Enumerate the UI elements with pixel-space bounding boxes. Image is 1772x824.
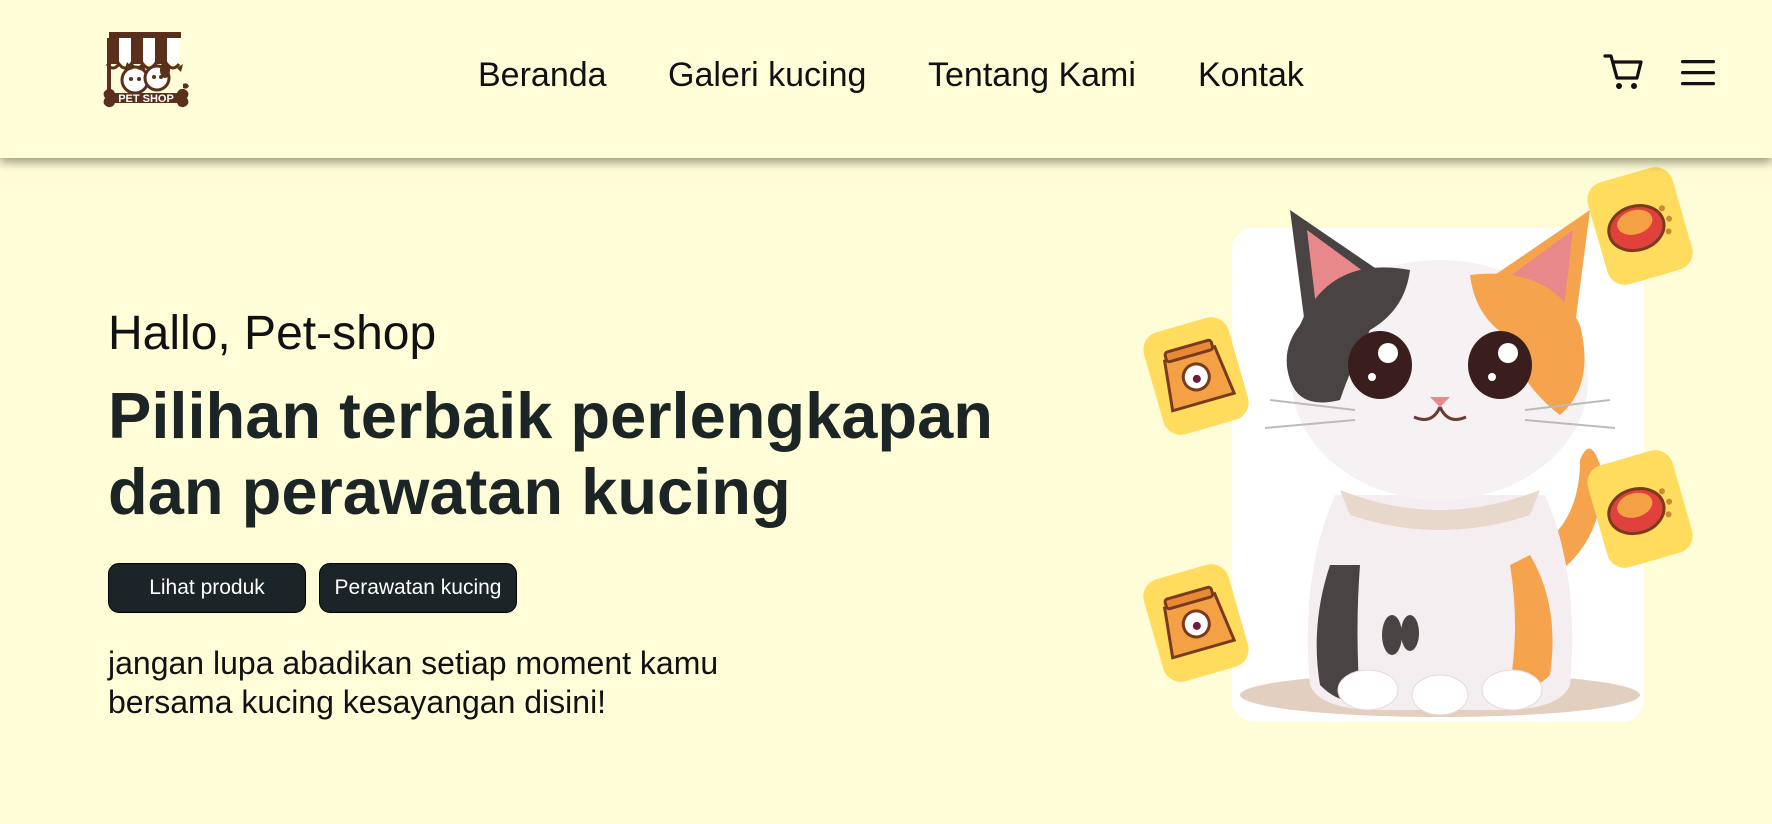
hero-title: Pilihan terbaik perlengkapan dan perawat… (108, 379, 993, 528)
menu-button[interactable] (1680, 58, 1716, 93)
main-nav: Beranda Galeri kucing Tentang Kami Konta… (0, 56, 1772, 96)
cart-icon (1603, 54, 1643, 89)
nav-link-tentang-kami[interactable]: Tentang Kami (928, 56, 1136, 95)
nav-link-kontak[interactable]: Kontak (1198, 56, 1304, 95)
hero-description: jangan lupa abadikan setiap moment kamu … (108, 645, 719, 720)
hero-illustration (1140, 165, 1700, 745)
cat-food-bag-icon (1143, 317, 1249, 435)
nav-link-beranda[interactable]: Beranda (478, 56, 607, 95)
food-bowl-icon (1587, 450, 1693, 568)
hero-greeting: Hallo, Pet-shop (108, 307, 437, 360)
nav-link-galeri-kucing[interactable]: Galeri kucing (668, 56, 866, 95)
perawatan-kucing-button[interactable]: Perawatan kucing (319, 563, 517, 613)
food-bowl-icon (1587, 167, 1693, 285)
navbar: PET SHOP Beranda Galeri kucing Tentang K… (0, 0, 1772, 158)
cat-food-bag-icon (1143, 564, 1249, 682)
menu-icon (1681, 60, 1715, 86)
cart-button[interactable] (1603, 52, 1643, 97)
lihat-produk-button[interactable]: Lihat produk (108, 563, 306, 613)
